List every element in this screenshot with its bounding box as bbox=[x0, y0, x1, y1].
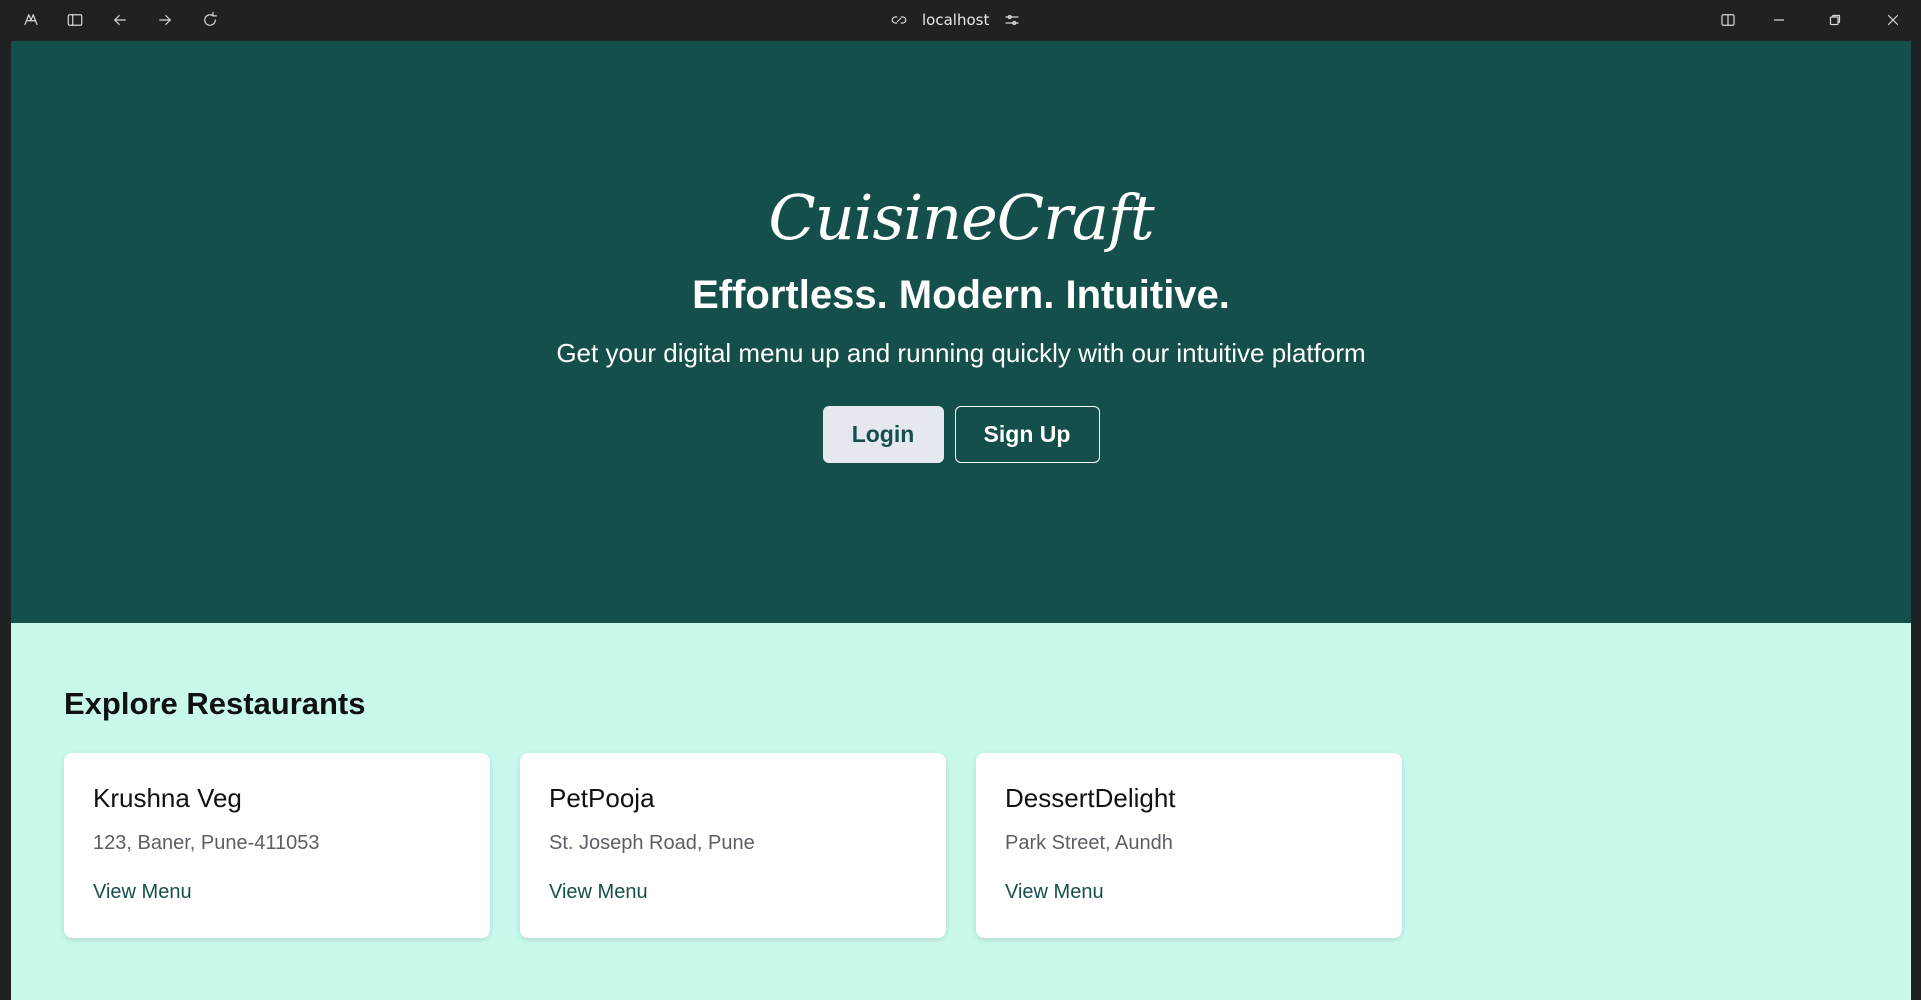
hero-section: CuisineCraft Effortless. Modern. Intuiti… bbox=[11, 41, 1911, 623]
restaurant-card: DessertDelight Park Street, Aundh View M… bbox=[976, 753, 1402, 938]
explore-section: Explore Restaurants Krushna Veg 123, Ban… bbox=[11, 623, 1911, 1000]
brand-logo: CuisineCraft bbox=[768, 181, 1154, 254]
signup-button[interactable]: Sign Up bbox=[954, 406, 1100, 463]
hero-subline: Get your digital menu up and running qui… bbox=[556, 338, 1366, 368]
browser-toolbar: localhost bbox=[0, 0, 1921, 41]
reload-icon[interactable] bbox=[199, 9, 221, 31]
tune-icon[interactable] bbox=[1003, 11, 1021, 29]
restaurant-address: Park Street, Aundh bbox=[1005, 832, 1173, 854]
restaurant-address: 123, Baner, Pune-411053 bbox=[93, 832, 320, 854]
app-logo-icon[interactable] bbox=[20, 9, 42, 31]
close-icon[interactable] bbox=[1882, 9, 1904, 31]
restaurant-address: St. Joseph Road, Pune bbox=[549, 832, 755, 854]
address-text[interactable]: localhost bbox=[922, 11, 989, 29]
hero-actions: Login Sign Up bbox=[11, 406, 1911, 463]
explore-title: Explore Restaurants bbox=[64, 686, 366, 721]
restaurant-list: Krushna Veg 123, Baner, Pune-411053 View… bbox=[64, 753, 1402, 938]
page-viewport: CuisineCraft Effortless. Modern. Intuiti… bbox=[11, 41, 1911, 1000]
split-view-icon[interactable] bbox=[1717, 9, 1739, 31]
hero-tagline: Effortless. Modern. Intuitive. bbox=[692, 273, 1230, 317]
restaurant-card: PetPooja St. Joseph Road, Pune View Menu bbox=[520, 753, 946, 938]
view-menu-link[interactable]: View Menu bbox=[549, 881, 648, 904]
link-icon bbox=[891, 16, 907, 24]
restaurant-card: Krushna Veg 123, Baner, Pune-411053 View… bbox=[64, 753, 490, 938]
view-menu-link[interactable]: View Menu bbox=[1005, 881, 1104, 904]
forward-arrow-icon[interactable] bbox=[154, 9, 176, 31]
restore-icon[interactable] bbox=[1824, 9, 1846, 31]
address-bar[interactable]: localhost bbox=[890, 8, 1021, 32]
restaurant-name: PetPooja bbox=[549, 783, 655, 813]
back-arrow-icon[interactable] bbox=[109, 9, 131, 31]
sidebar-toggle-icon[interactable] bbox=[64, 9, 86, 31]
login-button[interactable]: Login bbox=[822, 406, 944, 463]
minimize-icon[interactable] bbox=[1768, 9, 1790, 31]
restaurant-name: Krushna Veg bbox=[93, 783, 242, 813]
restaurant-name: DessertDelight bbox=[1005, 783, 1176, 813]
view-menu-link[interactable]: View Menu bbox=[93, 881, 192, 904]
